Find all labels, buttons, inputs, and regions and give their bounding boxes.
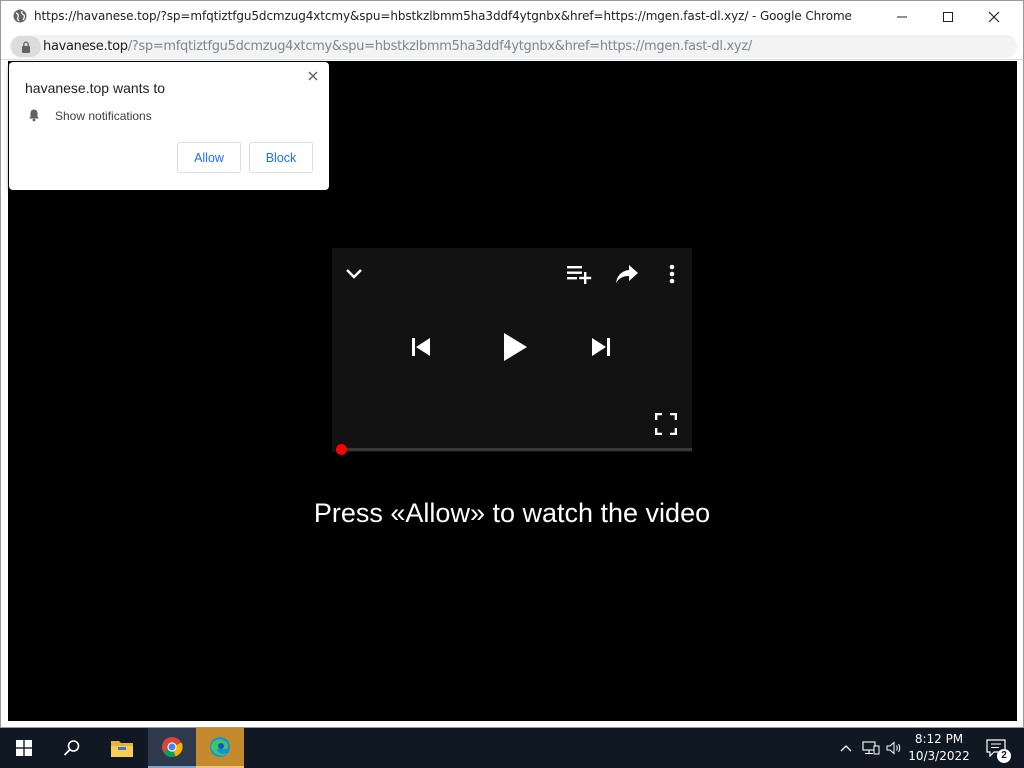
close-icon (988, 11, 1000, 22)
play-icon (504, 333, 527, 361)
edge-taskbar-button[interactable] (196, 728, 244, 768)
allow-button[interactable]: Allow (177, 142, 241, 173)
system-clock[interactable]: 8:12 PM 10/3/2022 (908, 731, 970, 765)
chevron-down-icon (346, 269, 362, 279)
play-button[interactable] (496, 328, 534, 366)
edge-icon (210, 737, 230, 757)
lock-icon (22, 41, 30, 53)
maximize-icon (943, 11, 953, 22)
progress-handle[interactable] (336, 444, 347, 455)
block-button[interactable]: Block (249, 142, 313, 173)
close-window-button[interactable] (971, 1, 1017, 32)
collapse-button[interactable] (342, 262, 366, 286)
minimize-icon (897, 16, 907, 17)
chevron-up-icon (840, 745, 852, 752)
progress-bar[interactable] (336, 444, 692, 455)
bell-icon (29, 109, 39, 122)
network-button[interactable] (860, 728, 882, 768)
prompt-close-button[interactable] (305, 68, 321, 84)
chrome-icon (162, 737, 183, 758)
more-vert-icon (669, 264, 675, 284)
file-explorer-button[interactable] (98, 728, 146, 768)
skip-previous-icon (412, 338, 430, 356)
permission-item: Show notifications (55, 109, 152, 123)
notification-count-badge: 2 (997, 749, 1011, 763)
chrome-taskbar-button[interactable] (148, 728, 196, 768)
video-player[interactable] (332, 248, 692, 455)
maximize-button[interactable] (925, 1, 971, 32)
globe-icon (13, 9, 27, 23)
add-to-queue-icon (567, 266, 592, 284)
omnibox[interactable]: havanese.top/?sp=mfqtiztfgu5dcmzug4xtcmy… (9, 35, 1017, 58)
call-to-action-text: Press «Allow» to watch the video (313, 498, 711, 528)
windows-logo-icon (16, 740, 32, 756)
more-options-button[interactable] (662, 262, 682, 286)
volume-button[interactable] (884, 728, 904, 768)
clock-date: 10/3/2022 (908, 749, 970, 763)
site-info-button[interactable] (11, 36, 41, 57)
action-center-button[interactable]: 2 (976, 728, 1016, 768)
share-icon (616, 265, 638, 283)
next-button[interactable] (588, 334, 614, 360)
speaker-icon (886, 741, 901, 755)
search-icon (63, 740, 80, 756)
taskbar: 8:12 PM 10/3/2022 2 (0, 728, 1024, 768)
fullscreen-button[interactable] (654, 412, 678, 436)
title-bar[interactable]: https://havanese.top/?sp=mfqtiztfgu5dcmz… (1, 1, 1023, 32)
network-icon (862, 741, 880, 755)
skip-next-icon (592, 338, 610, 356)
show-hidden-icons-button[interactable] (836, 728, 856, 768)
share-button[interactable] (614, 262, 640, 286)
url-host: havanese.top (43, 39, 128, 54)
url-text[interactable]: havanese.top/?sp=mfqtiztfgu5dcmzug4xtcmy… (43, 39, 752, 54)
fullscreen-icon (655, 413, 677, 435)
address-bar: havanese.top/?sp=mfqtiztfgu5dcmzug4xtcmy… (1, 32, 1023, 60)
previous-button[interactable] (408, 334, 434, 360)
folder-icon (111, 741, 133, 757)
clock-time: 8:12 PM (914, 732, 964, 746)
start-button[interactable] (0, 728, 48, 768)
add-to-queue-button[interactable] (566, 262, 592, 286)
notification-permission-prompt: havanese.top wants to Show notifications… (9, 62, 329, 190)
window-title: https://havanese.top/?sp=mfqtiztfgu5dcmz… (34, 9, 852, 23)
prompt-title: havanese.top wants to (25, 80, 166, 96)
search-button[interactable] (48, 728, 96, 768)
minimize-button[interactable] (879, 1, 925, 32)
close-icon (308, 71, 318, 81)
url-path: /?sp=mfqtiztfgu5dcmzug4xtcmy&spu=hbstkzl… (127, 39, 753, 54)
